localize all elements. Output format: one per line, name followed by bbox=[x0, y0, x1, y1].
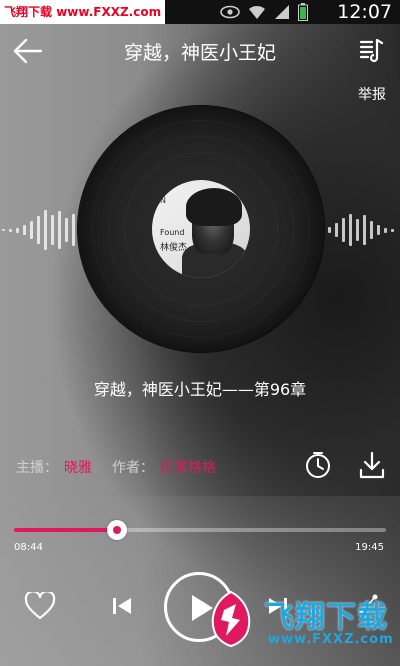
heart-icon bbox=[24, 590, 56, 620]
eye-icon bbox=[220, 5, 240, 19]
sleep-timer-button[interactable] bbox=[303, 450, 333, 480]
top-watermark-url: www.FXXZ.com bbox=[56, 5, 162, 19]
wave-bar bbox=[356, 219, 359, 241]
meta-row: 主播： 晓雅 作者： 伍家格格 bbox=[16, 457, 230, 477]
status-bar: 飞翔下载 www.FXXZ.com 12:07 bbox=[0, 0, 400, 24]
current-time: 08:44 bbox=[14, 542, 43, 553]
header: 穿越，神医小王妃 bbox=[0, 24, 400, 78]
watermark-url: www.FXXZ.com bbox=[268, 632, 394, 647]
progress-fill bbox=[14, 528, 118, 532]
cover-word: Found bbox=[160, 228, 185, 237]
chapter-title: 穿越，神医小王妃——第96章 bbox=[93, 380, 307, 399]
wave-bar bbox=[342, 218, 345, 242]
wave-bar bbox=[377, 225, 380, 235]
progress-knob[interactable] bbox=[107, 520, 128, 540]
top-watermark: 飞翔下载 www.FXXZ.com bbox=[0, 0, 166, 24]
wave-bar bbox=[2, 229, 5, 231]
previous-button[interactable] bbox=[110, 596, 134, 616]
status-time: 12:07 bbox=[337, 1, 392, 23]
wave-bar bbox=[23, 225, 26, 235]
wave-bar bbox=[384, 227, 387, 233]
cover-figure-hair bbox=[186, 188, 242, 226]
playlist-icon bbox=[359, 38, 384, 63]
top-watermark-brand: 飞翔下载 bbox=[4, 5, 53, 19]
wave-bar bbox=[44, 210, 47, 250]
wave-bar bbox=[65, 218, 68, 242]
total-time: 19:45 bbox=[355, 542, 384, 553]
vinyl-record: N Found 林俊杰 bbox=[78, 106, 324, 352]
progress-bar[interactable] bbox=[14, 520, 386, 540]
wave-bar bbox=[37, 216, 40, 244]
wave-bar bbox=[16, 227, 19, 233]
signal-icon bbox=[275, 5, 289, 19]
watermark-logo-icon bbox=[211, 590, 251, 648]
download-icon bbox=[359, 451, 385, 479]
back-arrow-icon bbox=[13, 38, 43, 64]
wave-bar bbox=[72, 214, 75, 246]
wave-bar bbox=[58, 211, 61, 249]
page-title: 穿越，神医小王妃 bbox=[123, 42, 276, 64]
wave-bar bbox=[328, 227, 331, 233]
timer-icon bbox=[306, 452, 330, 478]
status-icons bbox=[220, 3, 308, 21]
host-name[interactable]: 晓雅 bbox=[64, 457, 92, 477]
download-button[interactable] bbox=[358, 450, 386, 480]
cover-signature: 林俊杰 bbox=[160, 243, 188, 253]
wave-bar bbox=[349, 214, 352, 246]
back-button[interactable] bbox=[10, 34, 44, 68]
wave-bar bbox=[30, 221, 33, 239]
watermark-brand: 飞翔下载 bbox=[264, 600, 388, 635]
wave-bar bbox=[363, 215, 366, 245]
cover-letter: N bbox=[160, 196, 166, 205]
wave-bar bbox=[51, 215, 54, 245]
player-screen: 飞翔下载 www.FXXZ.com 12:07 穿越，神医小王妃 举报 N Fo… bbox=[0, 0, 400, 666]
wave-bar bbox=[335, 223, 338, 237]
album-cover: N Found 林俊杰 bbox=[152, 180, 250, 278]
wave-bar bbox=[9, 228, 12, 232]
host-label: 主播： bbox=[16, 460, 58, 476]
bottom-watermark: 飞翔下载 www.FXXZ.com bbox=[206, 590, 396, 662]
playlist-button[interactable] bbox=[358, 36, 386, 64]
like-button[interactable] bbox=[24, 590, 56, 620]
right-waveform bbox=[328, 207, 394, 253]
report-button[interactable]: 举报 bbox=[358, 84, 386, 104]
wave-bar bbox=[391, 228, 394, 232]
wifi-icon bbox=[249, 5, 265, 19]
battery-icon bbox=[298, 3, 308, 21]
author-label: 作者： bbox=[112, 460, 154, 476]
wave-bar bbox=[370, 221, 373, 239]
previous-icon bbox=[113, 598, 131, 614]
author-name[interactable]: 伍家格格 bbox=[160, 457, 216, 477]
